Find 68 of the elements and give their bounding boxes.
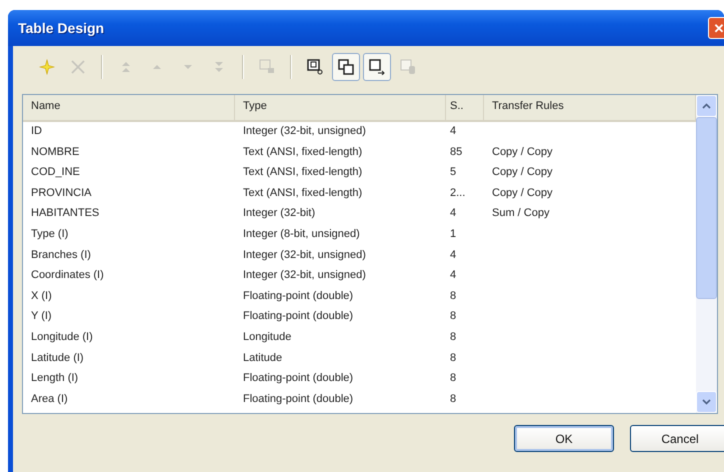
- type-cell: Integer (32-bit): [243, 207, 316, 220]
- size-cell: 8: [450, 352, 456, 364]
- rule-cell: Copy / Copy: [492, 186, 553, 199]
- size-cell: 4: [450, 207, 456, 220]
- name-cell: X (I): [31, 290, 52, 302]
- name-cell: Latitude (I): [31, 352, 84, 364]
- type-cell: Text (ANSI, fixed-length): [243, 166, 362, 178]
- name-cell: PROVINCIA: [31, 186, 92, 199]
- stacked-windows-icon: [338, 59, 354, 75]
- window-title: Table Design: [17, 20, 104, 36]
- column-header[interactable]: Name: [23, 95, 235, 120]
- type-cell: Longitude: [243, 330, 292, 343]
- name-cell: Coordinates (I): [31, 269, 104, 282]
- chevron-down-icon: [702, 399, 711, 405]
- arrows-tool-button[interactable]: [363, 53, 391, 81]
- size-cell: 8: [450, 330, 456, 343]
- scroll-down-button[interactable]: [696, 391, 717, 413]
- type-cell: Integer (32-bit, unsigned): [243, 269, 366, 282]
- cross-icon: [70, 59, 86, 75]
- type-cell: Floating-point (double): [243, 372, 354, 384]
- name-cell: NOMBRE: [31, 146, 80, 158]
- type-cell: Floating-point (double): [243, 310, 354, 322]
- window-arrow-icon: [369, 59, 385, 75]
- size-cell: 2...: [450, 186, 466, 199]
- dialog-button[interactable]: OK: [514, 425, 614, 452]
- scroll-up-button[interactable]: [696, 95, 717, 117]
- size-cell: 4: [450, 248, 456, 261]
- name-cell: Type (I): [31, 228, 68, 240]
- rule-cell: Copy / Copy: [492, 166, 553, 178]
- column-header[interactable]: Type: [235, 95, 446, 120]
- name-cell: Y (I): [31, 310, 52, 322]
- name-cell: COD_INE: [31, 166, 80, 178]
- double-tool-button[interactable]: [332, 53, 360, 81]
- name-cell: HABITANTES: [31, 207, 100, 220]
- type-cell: Floating-point (double): [243, 392, 354, 405]
- chevron-up-icon: [702, 103, 711, 109]
- size-cell: 4: [450, 125, 456, 137]
- close-button[interactable]: ✕: [708, 17, 724, 39]
- sparkle-icon: [39, 59, 55, 75]
- type-cell: Integer (8-bit, unsigned): [243, 228, 360, 240]
- type-cell: Text (ANSI, fixed-length): [243, 186, 362, 199]
- type-cell: Text (ANSI, fixed-length): [243, 146, 362, 158]
- column-header[interactable]: S..: [446, 95, 484, 120]
- type-cell: Latitude: [243, 352, 282, 364]
- size-cell: 8: [450, 392, 456, 405]
- name-cell: Area (I): [31, 392, 68, 405]
- rule-cell: Copy / Copy: [492, 146, 553, 158]
- size-cell: 1: [450, 228, 456, 240]
- size-cell: 8: [450, 310, 456, 322]
- name-cell: Branches (I): [31, 248, 91, 261]
- size-cell: 5: [450, 166, 456, 178]
- size-cell: 8: [450, 372, 456, 384]
- name-cell: Longitude (I): [31, 330, 93, 343]
- type-cell: Integer (32-bit, unsigned): [243, 125, 366, 137]
- name-cell: Length (I): [31, 372, 78, 384]
- type-cell: Integer (32-bit, unsigned): [243, 248, 366, 261]
- window-icon: [259, 59, 275, 75]
- vertical-scrollbar[interactable]: [696, 95, 717, 413]
- name-cell: ID: [31, 125, 42, 137]
- scroll-thumb[interactable]: [696, 117, 717, 299]
- size-cell: 85: [450, 146, 462, 158]
- window-cylinder-icon: [400, 59, 416, 75]
- type-cell: Floating-point (double): [243, 290, 354, 302]
- rule-cell: Sum / Copy: [492, 207, 550, 220]
- window-circle-icon: [307, 59, 323, 75]
- size-cell: 4: [450, 269, 456, 282]
- dialog-button[interactable]: Cancel: [630, 425, 724, 452]
- size-cell: 8: [450, 290, 456, 302]
